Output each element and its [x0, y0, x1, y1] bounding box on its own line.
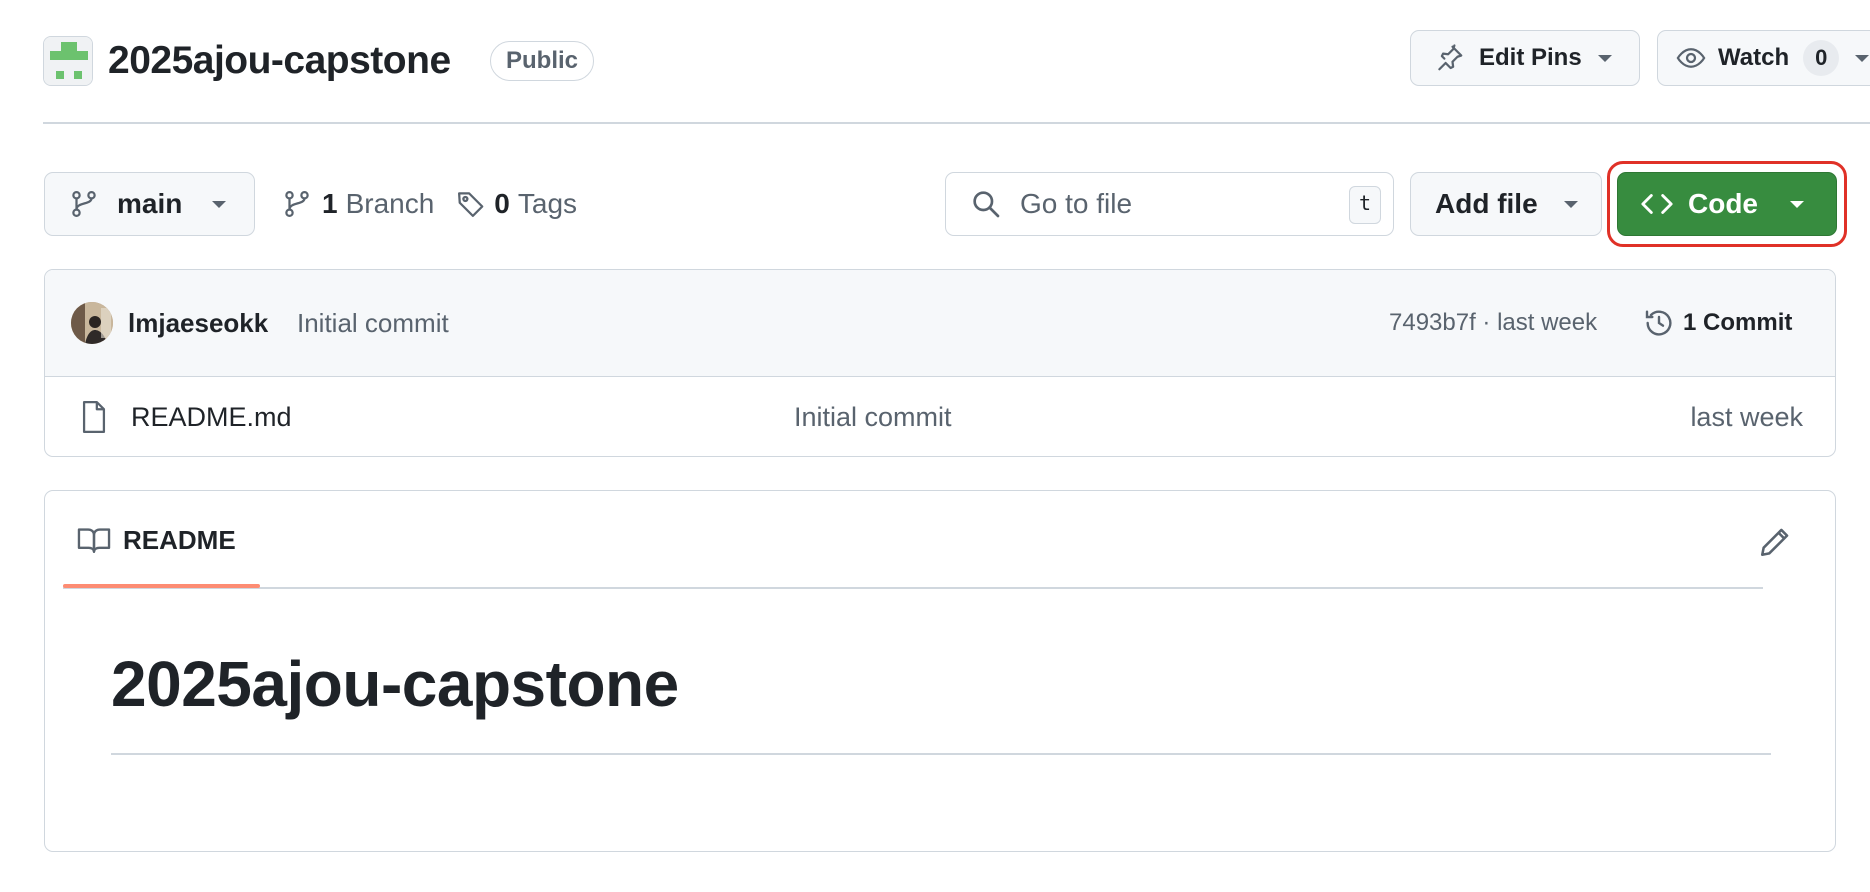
commit-sha-time[interactable]: 7493b7f · last week — [1389, 304, 1597, 342]
branches-link[interactable]: 1 Branch — [282, 188, 434, 220]
avatar[interactable] — [71, 302, 113, 344]
branch-label: Branch — [345, 188, 435, 219]
eye-icon — [1676, 43, 1706, 73]
active-tab-indicator — [63, 584, 260, 588]
tab-divider — [63, 587, 1763, 589]
file-icon — [79, 400, 109, 434]
branch-icon — [69, 189, 99, 219]
caret-down-icon — [1597, 53, 1612, 63]
commit-message[interactable]: Initial commit — [297, 304, 449, 342]
readme-tab-label: README — [123, 525, 236, 555]
header-divider — [43, 122, 1870, 124]
pin-icon — [1435, 43, 1465, 73]
code-label: Code — [1688, 188, 1758, 219]
repo-name[interactable]: 2025ajou-capstone — [108, 36, 451, 86]
tags-link[interactable]: 0 Tags — [456, 188, 577, 220]
heading-rule — [111, 753, 1771, 755]
tab-readme[interactable]: README — [77, 521, 236, 559]
branch-tag-summary: 1 Branch 0 Tags — [282, 172, 577, 236]
caret-down-icon — [1563, 199, 1578, 209]
readme-heading: 2025ajou-capstone — [111, 648, 679, 720]
tag-icon — [456, 189, 486, 219]
visibility-badge: Public — [490, 41, 595, 81]
commit-count: 1 Commit — [1683, 309, 1793, 336]
file-listing: lmjaeseokk Initial commit 7493b7f · last… — [44, 269, 1836, 457]
branch-count: 1 — [322, 188, 338, 219]
add-file-button[interactable]: Add file — [1410, 172, 1602, 236]
edit-pins-button[interactable]: Edit Pins — [1410, 30, 1640, 86]
file-date: last week — [1690, 402, 1803, 432]
branch-selector[interactable]: main — [44, 172, 255, 236]
caret-down-icon — [1790, 199, 1804, 209]
code-button[interactable]: Code — [1617, 172, 1837, 236]
book-icon — [77, 525, 111, 555]
table-row: README.md Initial commit last week — [45, 376, 1835, 456]
repo-identicon — [43, 36, 93, 86]
caret-down-icon — [212, 199, 227, 209]
history-icon — [1643, 307, 1675, 339]
file-commit-message[interactable]: Initial commit — [794, 398, 952, 436]
latest-commit-bar: lmjaeseokk Initial commit 7493b7f · last… — [45, 270, 1835, 377]
branch-icon — [282, 189, 312, 219]
commits-link[interactable]: 1 Commit — [1643, 300, 1792, 346]
watch-label: Watch — [1718, 44, 1790, 71]
search-icon — [970, 188, 1002, 220]
watch-button[interactable]: Watch 0 — [1657, 30, 1870, 86]
tag-label: Tags — [517, 188, 578, 219]
watch-count: 0 — [1803, 40, 1840, 76]
tag-count: 0 — [494, 188, 510, 219]
shortcut-key: t — [1349, 186, 1381, 224]
pencil-icon[interactable] — [1758, 525, 1792, 559]
caret-down-icon — [1855, 53, 1870, 63]
file-name[interactable]: README.md — [131, 398, 292, 436]
readme-panel: README 2025ajou-capstone — [44, 490, 1836, 852]
search-placeholder: Go to file — [1020, 188, 1133, 219]
code-icon — [1640, 189, 1674, 219]
add-file-label: Add file — [1435, 188, 1538, 219]
branch-name: main — [117, 188, 183, 219]
commit-author[interactable]: lmjaeseokk — [128, 304, 268, 342]
go-to-file-search[interactable]: Go to file t — [945, 172, 1394, 236]
edit-pins-label: Edit Pins — [1479, 44, 1582, 71]
